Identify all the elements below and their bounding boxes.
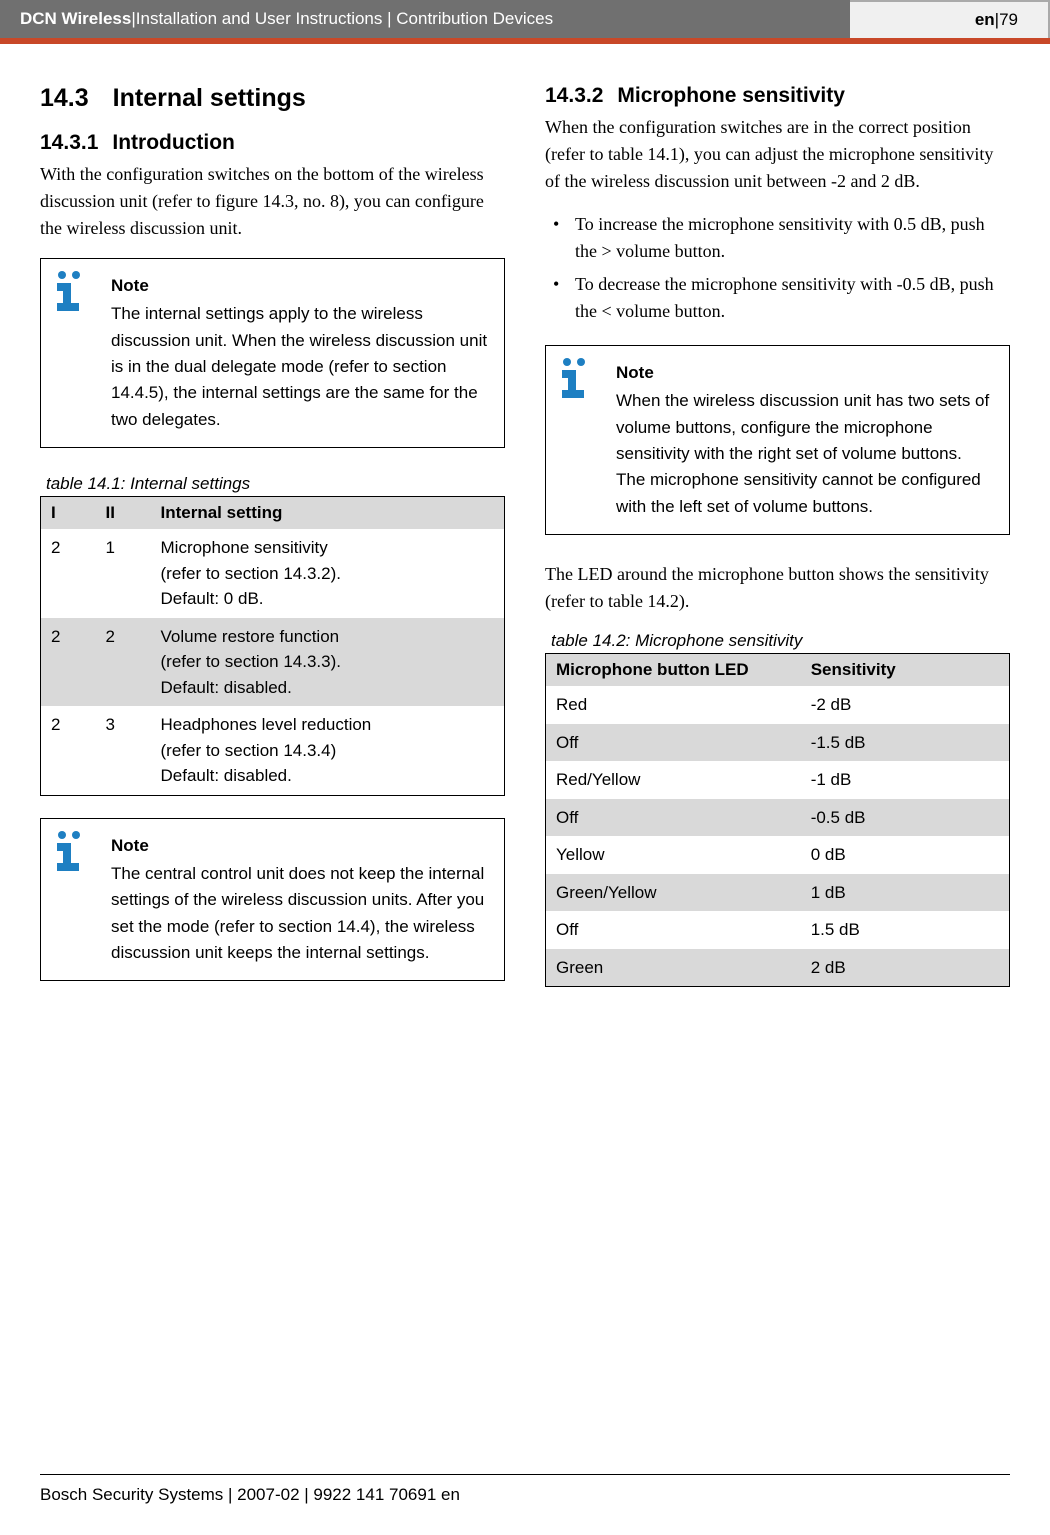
- note-title: Note: [111, 273, 490, 299]
- table-cell: 1 dB: [801, 874, 1010, 912]
- list-item: To decrease the microphone sensitivity w…: [545, 271, 1010, 325]
- table-cell: -1 dB: [801, 761, 1010, 799]
- table-header: Internal setting: [151, 497, 505, 530]
- subsection-number: 14.3.1: [40, 131, 98, 154]
- table-cell: Headphones level reduction (refer to sec…: [151, 706, 505, 795]
- table-caption-1: table 14.1: Internal settings: [40, 474, 505, 494]
- table-cell: 1.5 dB: [801, 911, 1010, 949]
- table-cell: Microphone sensitivity (refer to section…: [151, 529, 505, 618]
- internal-settings-table: I II Internal setting 21Microphone sensi…: [40, 496, 505, 796]
- table-row: Red/Yellow-1 dB: [546, 761, 1010, 799]
- table-header: Sensitivity: [801, 654, 1010, 687]
- page-footer: Bosch Security Systems | 2007-02 | 9922 …: [40, 1474, 1010, 1505]
- table-cell: Off: [546, 724, 801, 762]
- bullet-list: To increase the microphone sensitivity w…: [545, 211, 1010, 325]
- info-icon: [51, 829, 95, 873]
- table-cell: -2 dB: [801, 686, 1010, 724]
- intro-paragraph: When the configuration switches are in t…: [545, 114, 1010, 195]
- table-cell: -0.5 dB: [801, 799, 1010, 837]
- table-cell: 2: [41, 529, 96, 618]
- header-right: en | 79: [850, 0, 1050, 38]
- table-header: II: [96, 497, 151, 530]
- table-row: Off-1.5 dB: [546, 724, 1010, 762]
- table-header: Microphone button LED: [546, 654, 801, 687]
- table-header: I: [41, 497, 96, 530]
- table-row: Green2 dB: [546, 949, 1010, 987]
- right-column: 14.3.2 Microphone sensitivity When the co…: [545, 84, 1010, 1009]
- subsection-title: Introduction: [112, 131, 234, 154]
- section-number: 14.3: [40, 84, 89, 112]
- table-cell: Off: [546, 799, 801, 837]
- note-body: When the wireless discussion unit has tw…: [616, 391, 989, 515]
- section-heading: 14.3 Internal settings: [40, 84, 505, 113]
- note-box-1: Note The internal settings apply to the …: [40, 258, 505, 448]
- table-row: Off-0.5 dB: [546, 799, 1010, 837]
- note-box-2: Note The central control unit does not k…: [40, 818, 505, 982]
- mic-sensitivity-table: Microphone button LED Sensitivity Red-2 …: [545, 653, 1010, 987]
- table-cell: 0 dB: [801, 836, 1010, 874]
- subsection-heading: 14.3.2 Microphone sensitivity: [545, 84, 1010, 108]
- header-lang: en: [975, 10, 995, 30]
- note-title: Note: [616, 360, 995, 386]
- table-row: 21Microphone sensitivity (refer to secti…: [41, 529, 505, 618]
- header-page: 79: [999, 10, 1018, 30]
- page-header: DCN Wireless | Installation and User Ins…: [0, 0, 1050, 38]
- table-cell: Volume restore function (refer to sectio…: [151, 618, 505, 707]
- subsection-title: Microphone sensitivity: [617, 84, 845, 107]
- header-product: DCN Wireless: [20, 9, 131, 29]
- info-icon: [556, 356, 600, 400]
- note-body: The internal settings apply to the wirel…: [111, 304, 487, 428]
- note-box-3: Note When the wireless discussion unit h…: [545, 345, 1010, 535]
- table-row: 22Volume restore function (refer to sect…: [41, 618, 505, 707]
- table-cell: Green/Yellow: [546, 874, 801, 912]
- left-column: 14.3 Internal settings 14.3.1 Introduction…: [40, 84, 505, 1009]
- table-row: 23Headphones level reduction (refer to s…: [41, 706, 505, 795]
- table-row: Off1.5 dB: [546, 911, 1010, 949]
- info-icon: [51, 269, 95, 313]
- section-title: Internal settings: [113, 84, 306, 112]
- table-cell: 2: [41, 706, 96, 795]
- table-cell: Red: [546, 686, 801, 724]
- table-cell: 3: [96, 706, 151, 795]
- table-row: Green/Yellow1 dB: [546, 874, 1010, 912]
- header-left: DCN Wireless | Installation and User Ins…: [0, 0, 850, 38]
- table-row: Yellow0 dB: [546, 836, 1010, 874]
- note-body: The central control unit does not keep t…: [111, 864, 484, 962]
- subsection-number: 14.3.2: [545, 84, 603, 107]
- table-caption-2: table 14.2: Microphone sensitivity: [545, 631, 1010, 651]
- paragraph: The LED around the microphone button sho…: [545, 561, 1010, 615]
- content-area: 14.3 Internal settings 14.3.1 Introduction…: [0, 84, 1050, 1009]
- intro-paragraph: With the configuration switches on the b…: [40, 161, 505, 242]
- table-cell: Off: [546, 911, 801, 949]
- note-title: Note: [111, 833, 490, 859]
- list-item: To increase the microphone sensitivity w…: [545, 211, 1010, 265]
- table-cell: 2: [41, 618, 96, 707]
- table-cell: Green: [546, 949, 801, 987]
- table-cell: -1.5 dB: [801, 724, 1010, 762]
- table-cell: Red/Yellow: [546, 761, 801, 799]
- table-row: Red-2 dB: [546, 686, 1010, 724]
- header-subtitle: Installation and User Instructions | Con…: [136, 9, 553, 29]
- table-cell: 2: [96, 618, 151, 707]
- table-cell: Yellow: [546, 836, 801, 874]
- table-cell: 2 dB: [801, 949, 1010, 987]
- table-cell: 1: [96, 529, 151, 618]
- accent-bar: [0, 38, 1050, 44]
- subsection-heading: 14.3.1 Introduction: [40, 131, 505, 155]
